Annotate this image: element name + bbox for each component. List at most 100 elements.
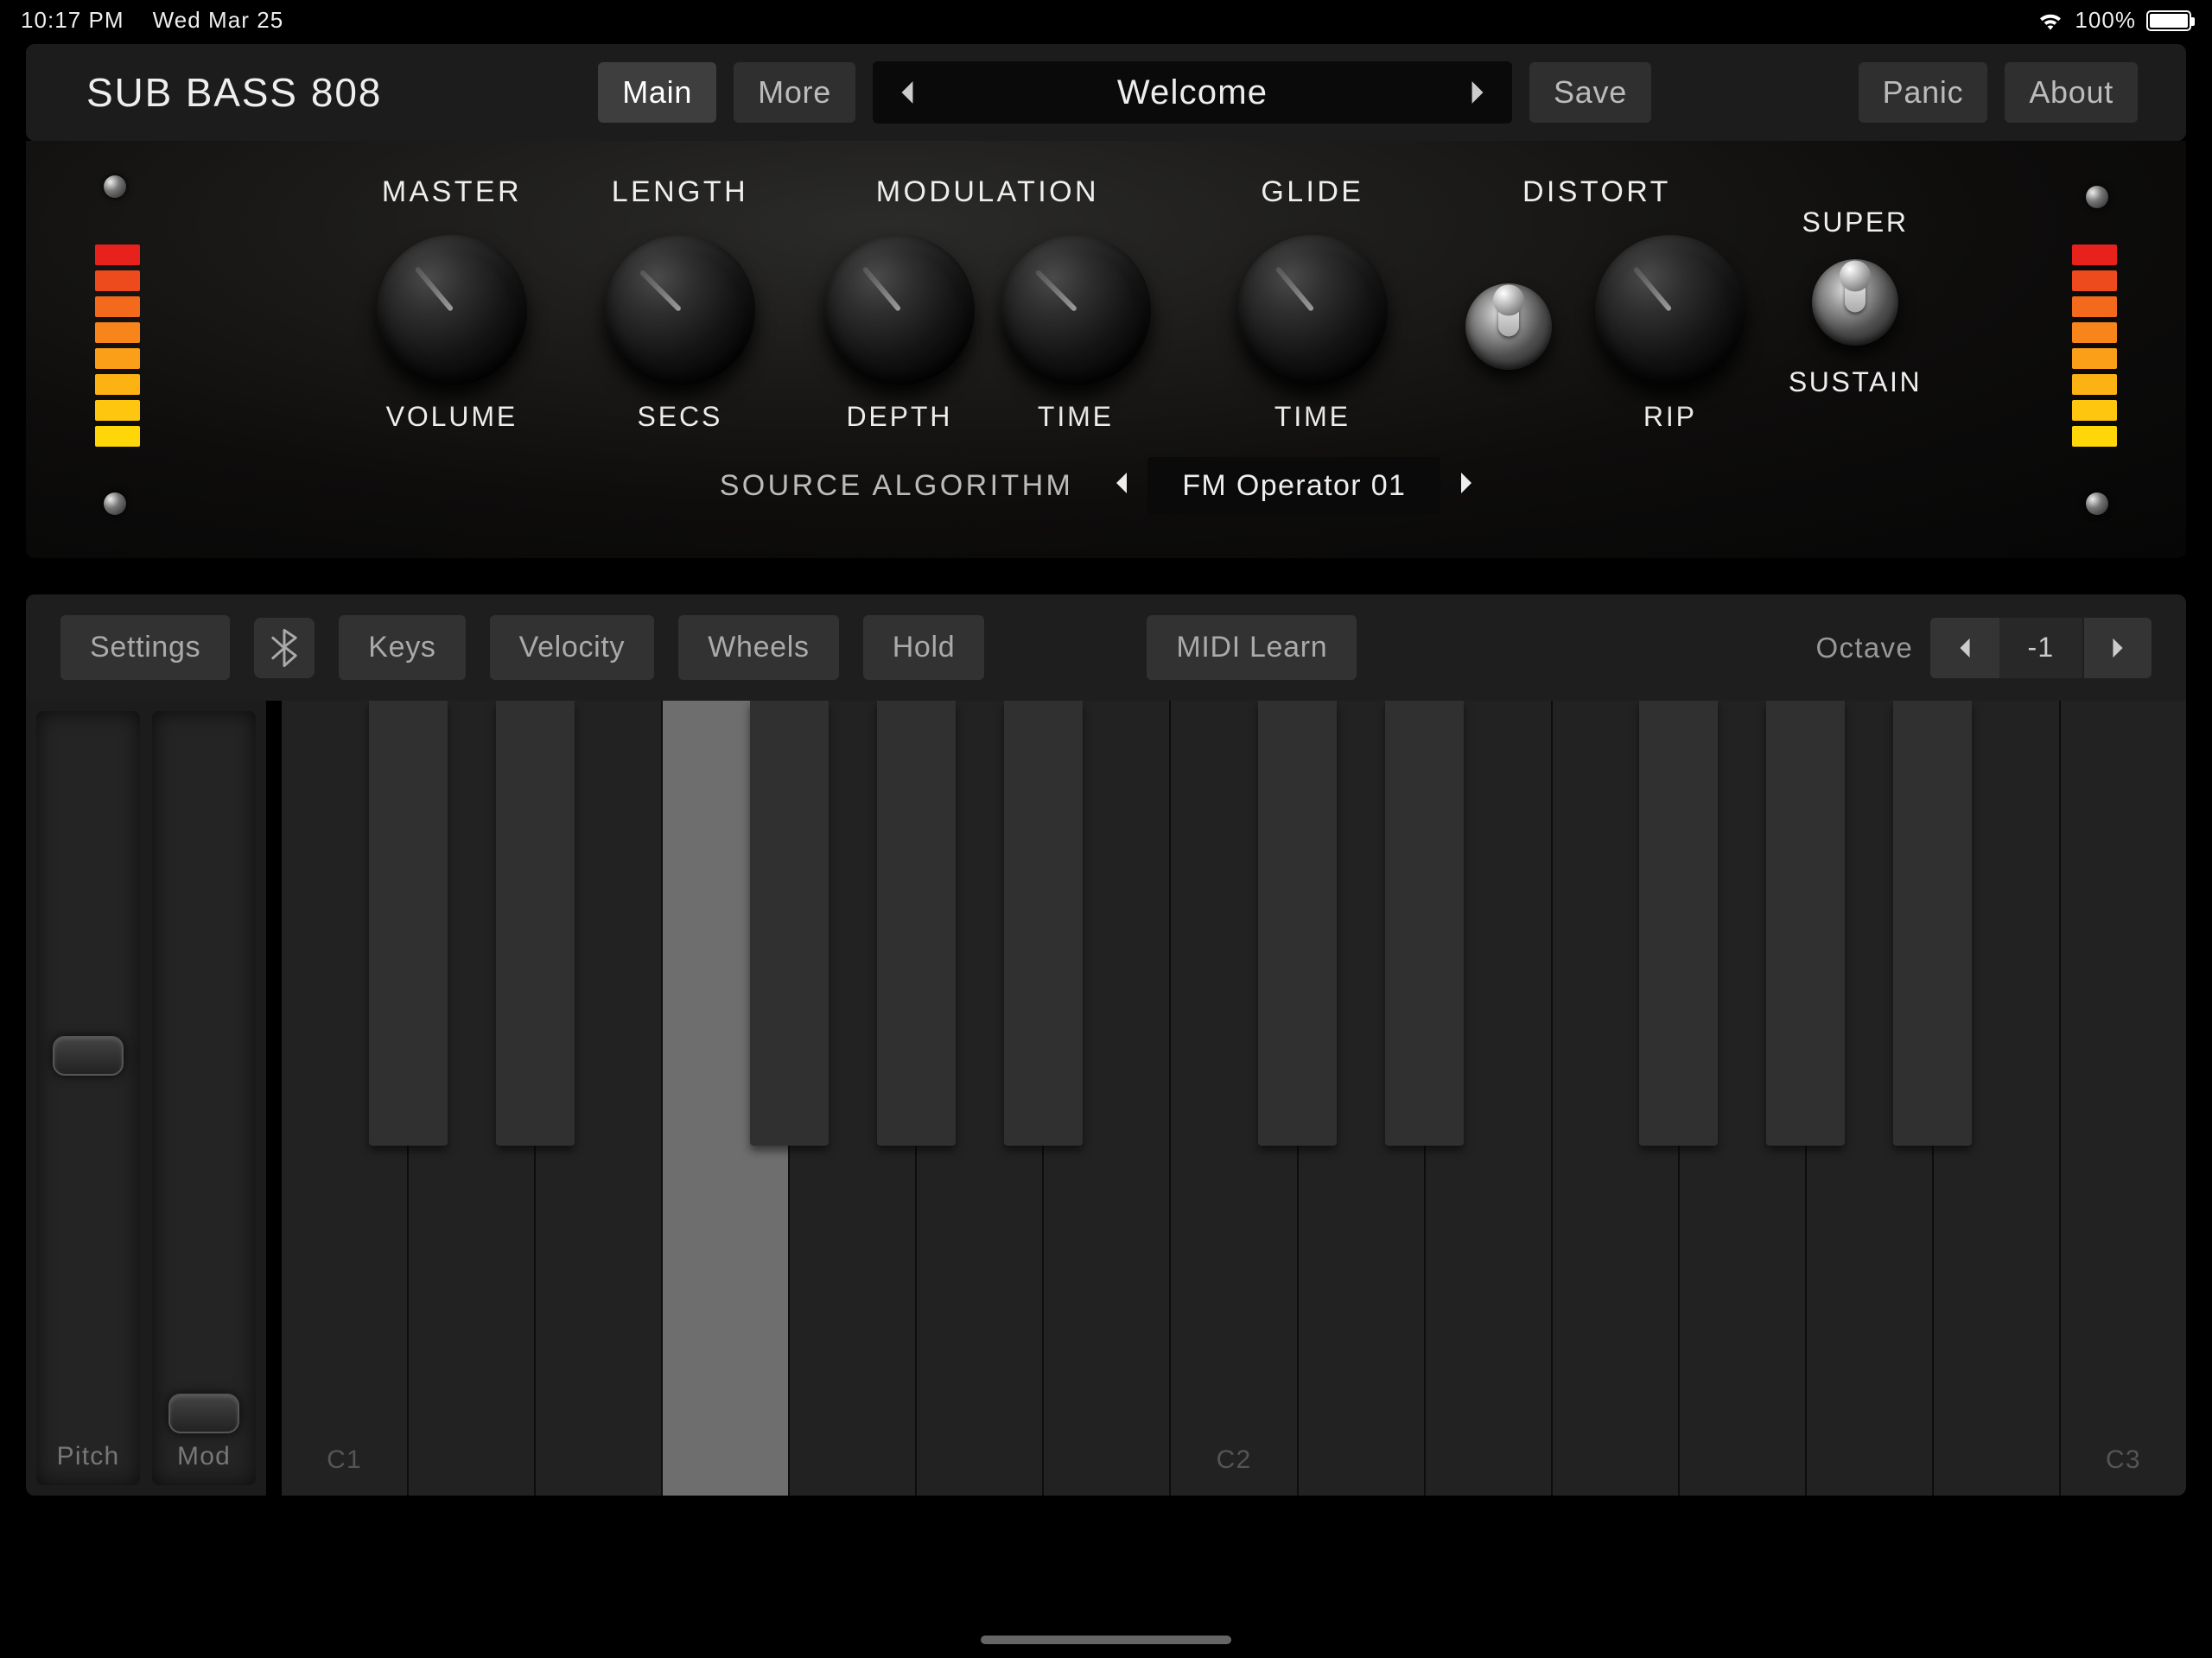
velocity-button[interactable]: Velocity	[490, 615, 655, 680]
more-tab[interactable]: More	[734, 62, 855, 123]
main-tab[interactable]: Main	[598, 62, 716, 123]
wheels-button[interactable]: Wheels	[678, 615, 838, 680]
preset-selector: Welcome	[873, 61, 1512, 124]
distort-group: DISTORT RIP	[1448, 175, 1745, 433]
source-next-button[interactable]	[1440, 471, 1492, 501]
save-button[interactable]: Save	[1529, 62, 1651, 123]
black-key[interactable]	[1766, 701, 1845, 1146]
home-indicator	[981, 1636, 1231, 1644]
app-logo: SUB BASS 808	[86, 69, 382, 116]
black-key[interactable]	[877, 701, 956, 1146]
status-bar: 10:17 PM Wed Mar 25 100%	[0, 0, 2212, 41]
distort-sub: RIP	[1643, 401, 1697, 433]
super-sustain-group: SUPER SUSTAIN	[1789, 206, 1922, 398]
black-key[interactable]	[1639, 701, 1718, 1146]
black-key[interactable]	[1893, 701, 1972, 1146]
meter-segment	[2072, 270, 2117, 291]
app-header: SUB BASS 808 Main More Welcome Save Pani…	[26, 44, 2186, 141]
meter-segment	[95, 322, 140, 343]
length-title: LENGTH	[612, 175, 748, 209]
wifi-icon	[2037, 10, 2064, 31]
super-sustain-toggle[interactable]	[1812, 259, 1898, 346]
modulation-group: MODULATION DEPTH TIME	[824, 175, 1151, 433]
controls-row: MASTER VOLUME LENGTH SECS MODULATION	[86, 175, 2126, 433]
about-button[interactable]: About	[2005, 62, 2138, 123]
mod-depth-knob[interactable]	[824, 235, 975, 385]
distort-title: DISTORT	[1522, 175, 1671, 209]
key-label: C1	[327, 1445, 362, 1475]
screw-icon	[2086, 492, 2108, 515]
pitch-wheel-thumb[interactable]	[53, 1036, 124, 1076]
master-volume-knob[interactable]	[377, 235, 527, 385]
glide-group: GLIDE TIME	[1237, 175, 1388, 433]
battery-percent: 100%	[2075, 7, 2136, 34]
glide-sub: TIME	[1274, 401, 1351, 433]
octave-down-button[interactable]	[1930, 618, 1999, 678]
key-label: C3	[2106, 1445, 2141, 1475]
length-secs-knob[interactable]	[605, 235, 755, 385]
meter-segment	[2072, 400, 2117, 421]
status-date: Wed Mar 25	[153, 7, 284, 33]
piano-keyboard: C1C2C3	[282, 701, 2186, 1496]
meter-segment	[95, 374, 140, 395]
pitch-label: Pitch	[57, 1442, 120, 1471]
source-prev-button[interactable]	[1096, 471, 1147, 501]
meter-segment	[95, 245, 140, 265]
source-row: SOURCE ALGORITHM FM Operator 01	[86, 457, 2126, 515]
master-title: MASTER	[382, 175, 522, 209]
pitch-wheel[interactable]: Pitch	[36, 711, 140, 1485]
mod-wheel[interactable]: Mod	[152, 711, 256, 1485]
meter-segment	[95, 270, 140, 291]
preset-next-button[interactable]	[1443, 61, 1512, 124]
black-key[interactable]	[1258, 701, 1337, 1146]
octave-value: -1	[1999, 618, 2082, 678]
meter-segment	[2072, 426, 2117, 447]
keys-button[interactable]: Keys	[339, 615, 465, 680]
level-meter-right	[2072, 245, 2117, 447]
octave-label: Octave	[1816, 632, 1913, 664]
distort-rip-knob[interactable]	[1595, 235, 1745, 385]
black-key[interactable]	[1004, 701, 1083, 1146]
meter-segment	[95, 348, 140, 369]
mod-label: Mod	[177, 1442, 231, 1471]
black-key[interactable]	[496, 701, 575, 1146]
length-sub: SECS	[638, 401, 723, 433]
distort-toggle[interactable]	[1465, 283, 1552, 370]
midi-learn-button[interactable]: MIDI Learn	[1147, 615, 1357, 680]
black-key[interactable]	[1385, 701, 1464, 1146]
source-label: SOURCE ALGORITHM	[720, 469, 1074, 503]
meter-segment	[95, 400, 140, 421]
glide-title: GLIDE	[1261, 175, 1363, 209]
black-key[interactable]	[369, 701, 448, 1146]
preset-prev-button[interactable]	[873, 61, 942, 124]
hold-button[interactable]: Hold	[863, 615, 985, 680]
meter-segment	[2072, 348, 2117, 369]
panic-button[interactable]: Panic	[1859, 62, 1988, 123]
sustain-label: SUSTAIN	[1789, 366, 1922, 398]
mod-time-knob[interactable]	[1001, 235, 1151, 385]
logo-light: 808	[311, 70, 382, 115]
black-key[interactable]	[750, 701, 829, 1146]
mod-wheel-thumb[interactable]	[168, 1394, 239, 1433]
modulation-title: MODULATION	[876, 175, 1099, 209]
meter-segment	[2072, 374, 2117, 395]
mod-depth-sub: DEPTH	[846, 401, 952, 433]
bluetooth-button[interactable]	[254, 618, 315, 678]
octave-up-button[interactable]	[2082, 618, 2152, 678]
synth-panel: MASTER VOLUME LENGTH SECS MODULATION	[26, 141, 2186, 558]
mod-time-sub: TIME	[1038, 401, 1114, 433]
glide-time-knob[interactable]	[1237, 235, 1388, 385]
super-label: SUPER	[1802, 206, 1908, 238]
source-value[interactable]: FM Operator 01	[1147, 457, 1440, 515]
battery-icon	[2146, 10, 2191, 31]
wheels-panel: Pitch Mod	[26, 701, 266, 1496]
meter-segment	[95, 296, 140, 317]
status-left: 10:17 PM Wed Mar 25	[21, 7, 283, 34]
status-right: 100%	[2037, 7, 2191, 34]
preset-name[interactable]: Welcome	[942, 73, 1443, 112]
meter-segment	[95, 426, 140, 447]
settings-button[interactable]: Settings	[60, 615, 230, 680]
meter-segment	[2072, 322, 2117, 343]
level-meter-left	[95, 245, 140, 447]
status-time: 10:17 PM	[21, 7, 124, 33]
